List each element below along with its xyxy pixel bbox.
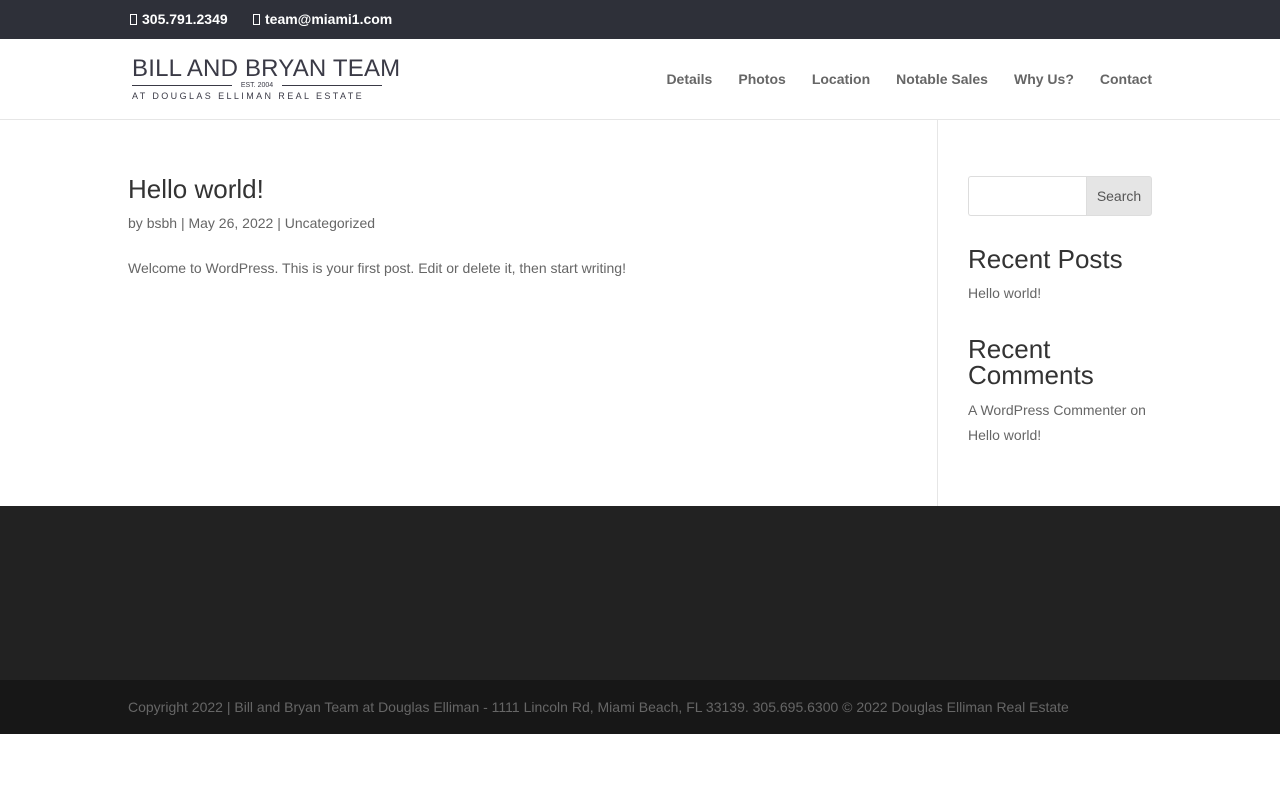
site-header: BILL AND BRYAN TEAM EST. 2004 AT DOUGLAS… xyxy=(0,39,1280,120)
nav-item-notable-sales[interactable]: Notable Sales xyxy=(896,70,988,88)
email-link[interactable]: team@miami1.com xyxy=(253,10,392,28)
nav-item-photos[interactable]: Photos xyxy=(738,70,785,88)
phone-number[interactable]: 305.791.2349 xyxy=(142,10,228,28)
post-category-link[interactable]: Uncategorized xyxy=(285,215,375,231)
phone-icon xyxy=(130,13,137,25)
post-title[interactable]: Hello world! xyxy=(128,173,264,205)
post-meta-separator: | xyxy=(277,215,281,231)
phone-link[interactable]: 305.791.2349 xyxy=(130,10,228,28)
nav-item-details[interactable]: Details xyxy=(666,70,712,88)
copyright-text: Copyright 2022 | Bill and Bryan Team at … xyxy=(128,699,1069,715)
logo-est: EST. 2004 xyxy=(132,81,382,90)
comment-post-link[interactable]: Hello world! xyxy=(968,427,1041,443)
post-author-link[interactable]: bsbh xyxy=(147,215,177,231)
recent-posts-title: Recent Posts xyxy=(968,244,1123,274)
sidebar-divider xyxy=(937,120,938,506)
comment-author-link[interactable]: A WordPress Commenter xyxy=(968,402,1126,418)
main-content: Hello world! by bsbh | May 26, 2022 | Un… xyxy=(0,120,1280,506)
email-address[interactable]: team@miami1.com xyxy=(265,10,392,28)
post-excerpt: Welcome to WordPress. This is your first… xyxy=(128,260,626,276)
recent-comments-title: Recent Comments xyxy=(968,334,1094,390)
logo-title: BILL AND BRYAN TEAM xyxy=(132,55,401,82)
footer-widgets-area xyxy=(0,506,1280,680)
comment-on-text: on xyxy=(1130,402,1146,418)
search-button[interactable]: Search xyxy=(1086,176,1152,216)
search-input[interactable] xyxy=(968,176,1088,216)
logo-est-text: EST. 2004 xyxy=(240,82,274,89)
nav-item-contact[interactable]: Contact xyxy=(1100,70,1152,88)
main-nav: Details Photos Location Notable Sales Wh… xyxy=(666,70,1152,88)
post-meta: by bsbh | May 26, 2022 | Uncategorized xyxy=(128,214,375,232)
logo-subtitle: AT DOUGLAS ELLIMAN REAL ESTATE xyxy=(132,91,365,101)
nav-item-location[interactable]: Location xyxy=(812,70,870,88)
footer-bottom-bar: Copyright 2022 | Bill and Bryan Team at … xyxy=(0,680,1280,734)
nav-item-why-us[interactable]: Why Us? xyxy=(1014,70,1074,88)
recent-comment-item: A WordPress Commenter on Hello world! xyxy=(968,398,1158,448)
envelope-icon xyxy=(253,13,260,25)
recent-post-link[interactable]: Hello world! xyxy=(968,281,1158,306)
site-logo[interactable]: BILL AND BRYAN TEAM EST. 2004 AT DOUGLAS… xyxy=(132,55,401,102)
search-form: Search xyxy=(968,176,1152,216)
post-meta-by: by xyxy=(128,215,143,231)
top-bar: 305.791.2349 team@miami1.com xyxy=(0,0,1280,39)
post-date: May 26, 2022 xyxy=(188,215,274,231)
post-meta-separator: | xyxy=(180,215,185,231)
